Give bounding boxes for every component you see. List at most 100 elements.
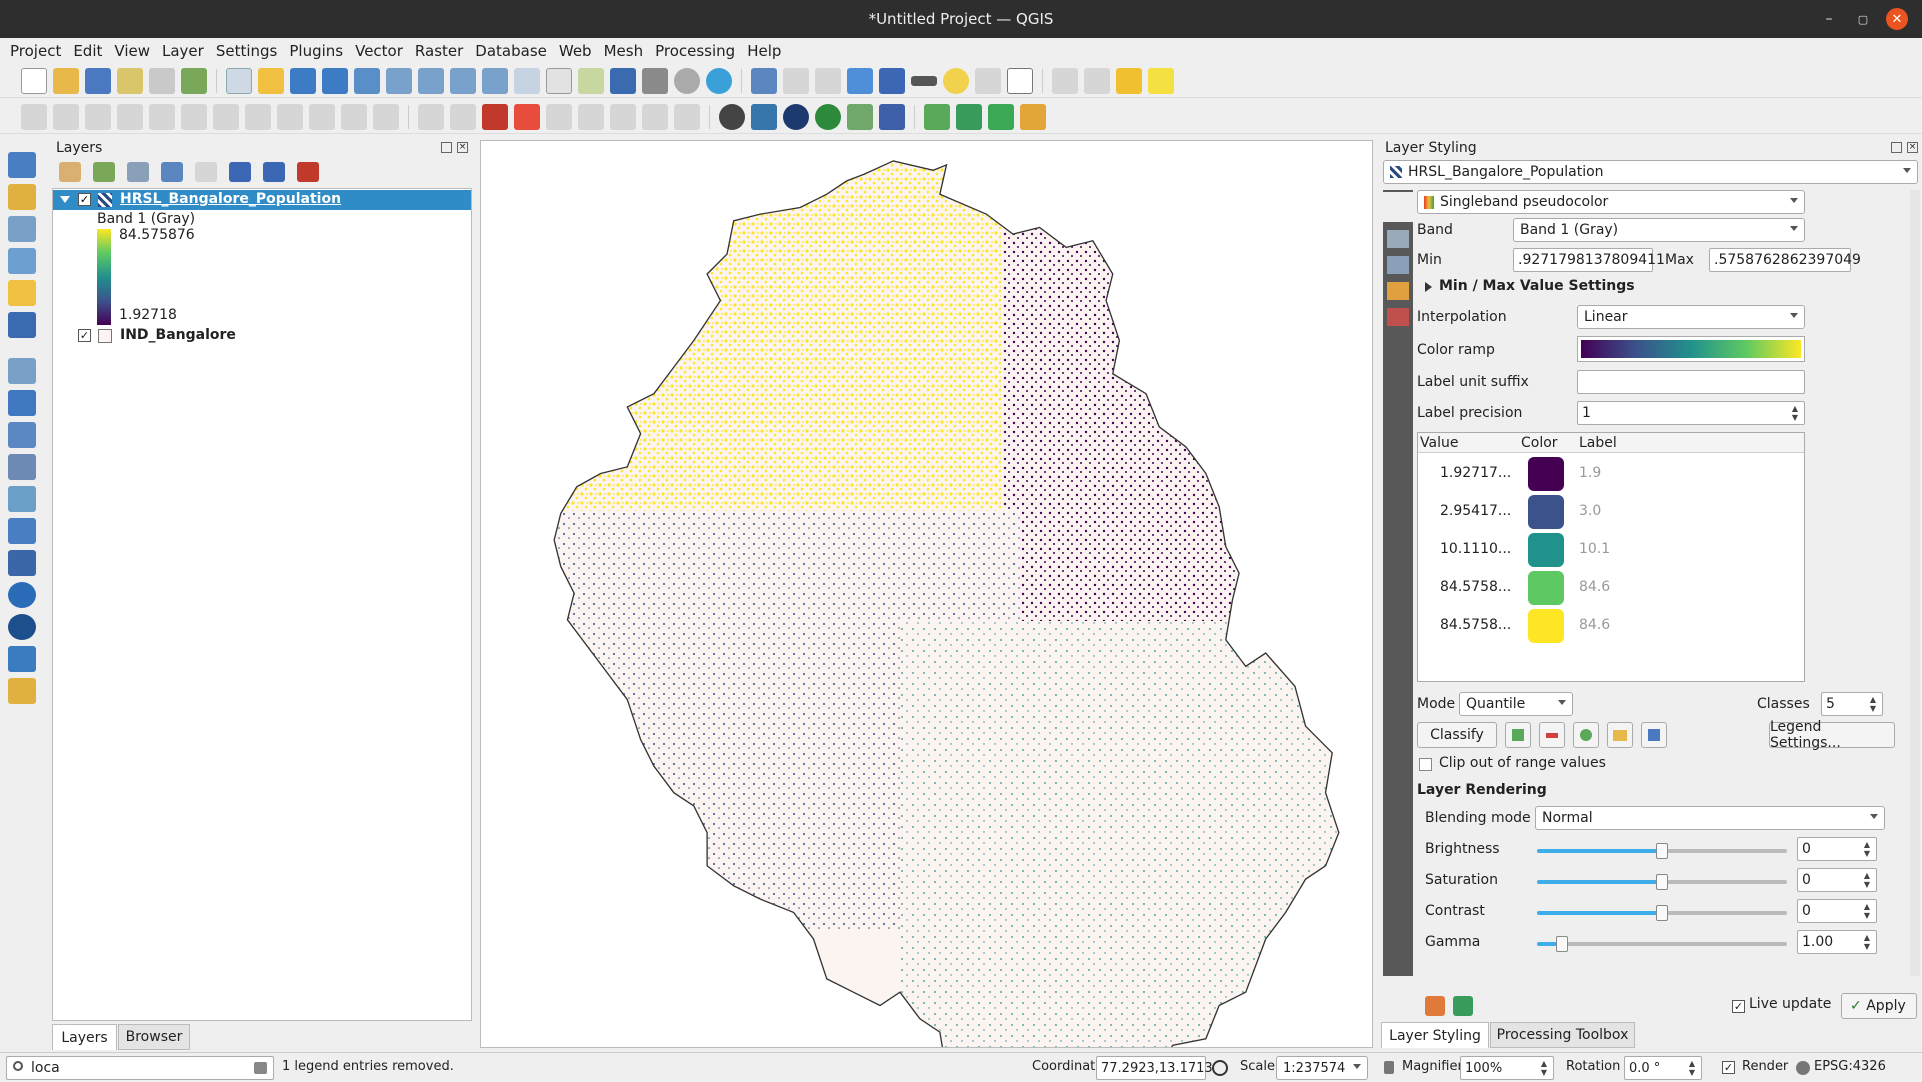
live-update-checkbox[interactable]: ✓ <box>1732 1000 1745 1013</box>
data-source-manager-icon[interactable] <box>8 152 36 178</box>
class-value[interactable]: 10.1110... <box>1440 541 1511 557</box>
vertex-tool-icon[interactable] <box>149 103 175 130</box>
rendering-tab-icon[interactable] <box>1387 282 1409 300</box>
add-vector-layer-icon[interactable] <box>8 358 36 384</box>
add-wms-layer-icon[interactable] <box>8 582 36 608</box>
invert-colors-icon[interactable] <box>1573 722 1599 748</box>
minimize-button[interactable]: – <box>1814 0 1844 38</box>
measure-icon[interactable] <box>911 75 937 86</box>
color-ramp-button[interactable] <box>1577 336 1805 362</box>
toggle-extents-icon[interactable] <box>1212 1060 1228 1076</box>
class-color-swatch[interactable] <box>1528 533 1564 567</box>
class-label[interactable]: 84.6 <box>1579 579 1610 595</box>
tab-processing-toolbox[interactable]: Processing Toolbox <box>1490 1022 1635 1048</box>
symbology-tab-icon[interactable] <box>1383 192 1413 222</box>
add-mesh-layer-icon[interactable] <box>8 422 36 448</box>
add-raster-layer-icon[interactable] <box>8 390 36 416</box>
add-class-icon[interactable] <box>1505 722 1531 748</box>
mode-combo[interactable]: Quantile <box>1459 692 1573 716</box>
pan-icon[interactable] <box>226 67 252 94</box>
zoom-native-icon[interactable] <box>450 67 476 94</box>
classes-spinbox[interactable]: 5 ▲ ▼ <box>1821 692 1883 716</box>
expand-arrow-icon[interactable] <box>1425 282 1432 292</box>
spin-arrows-icon[interactable]: ▲ ▼ <box>1860 871 1874 889</box>
filter-legend-icon[interactable] <box>161 162 183 182</box>
crs-button[interactable]: EPSG:4326 <box>1814 1059 1886 1074</box>
zoom-to-layer-icon[interactable] <box>418 67 444 94</box>
add-delimited-text-icon[interactable] <box>8 454 36 480</box>
save-edits-icon[interactable] <box>85 103 111 130</box>
label-toolbar-icon[interactable] <box>418 103 444 130</box>
copy-icon[interactable] <box>277 103 303 130</box>
expand-all-icon[interactable] <box>229 162 251 182</box>
map-tips-icon[interactable] <box>943 67 969 94</box>
add-arcgis-layer-icon[interactable] <box>8 678 36 704</box>
zoom-last-icon[interactable] <box>482 67 508 94</box>
close-panel-icon[interactable]: × <box>457 142 468 153</box>
current-edits-icon[interactable] <box>21 103 47 130</box>
layer-name-hrsl[interactable]: HRSL_Bangalore_Population <box>120 191 341 207</box>
select-by-location-icon[interactable] <box>1148 67 1174 94</box>
magnifier-spinbox[interactable]: 100% ▲ ▼ <box>1460 1056 1554 1080</box>
filter-by-expression-icon[interactable] <box>195 162 217 182</box>
layer-labeling-icon[interactable] <box>482 103 508 130</box>
refresh-icon[interactable] <box>706 67 732 94</box>
transparency-tab-icon[interactable] <box>1387 230 1409 248</box>
help-icon[interactable] <box>879 103 905 130</box>
add-gps-layer-icon[interactable] <box>8 486 36 512</box>
menu-project[interactable]: Project <box>4 42 67 60</box>
legend-settings-button[interactable]: Legend Settings... <box>1769 719 1895 751</box>
menu-database[interactable]: Database <box>469 42 553 60</box>
undo-icon[interactable] <box>341 103 367 130</box>
classify-button[interactable]: Classify <box>1417 722 1497 748</box>
plugin-tool-icon[interactable] <box>924 103 950 130</box>
zoom-full-icon[interactable] <box>354 67 380 94</box>
class-value[interactable]: 84.5758... <box>1440 579 1511 595</box>
new-geopackage-layer-icon[interactable] <box>8 184 36 210</box>
blending-combo[interactable]: Normal <box>1535 806 1885 830</box>
tab-browser[interactable]: Browser <box>118 1024 190 1050</box>
locator-search[interactable]: loca <box>6 1056 274 1080</box>
open-project-icon[interactable] <box>53 67 79 94</box>
georeferencer-icon[interactable] <box>847 103 873 130</box>
clip-checkbox[interactable] <box>1419 758 1432 771</box>
globe-icon[interactable] <box>783 103 809 130</box>
new-map-view-icon[interactable] <box>546 67 572 94</box>
spin-arrows-icon[interactable]: ▲ ▼ <box>1788 404 1802 422</box>
slider-handle[interactable] <box>1656 905 1668 921</box>
tab-layer-styling[interactable]: Layer Styling <box>1381 1022 1489 1048</box>
style-manager-icon[interactable] <box>181 67 207 94</box>
slider-handle[interactable] <box>1656 874 1668 890</box>
layout-manager-icon[interactable] <box>149 67 175 94</box>
menu-web[interactable]: Web <box>553 42 598 60</box>
select-by-expression-icon[interactable] <box>1116 67 1142 94</box>
quickmapservices-icon[interactable] <box>719 103 745 130</box>
zoom-to-coordinate-icon[interactable] <box>988 103 1014 130</box>
undo-style-icon[interactable] <box>1425 996 1445 1016</box>
collapse-arrow-icon[interactable] <box>60 196 70 203</box>
class-label[interactable]: 84.6 <box>1579 617 1610 633</box>
identify-icon[interactable] <box>751 67 777 94</box>
new-virtual-layer-icon[interactable] <box>8 312 36 338</box>
class-value[interactable]: 2.95417... <box>1440 503 1511 519</box>
save-project-icon[interactable] <box>85 67 111 94</box>
float-panel-icon[interactable] <box>441 142 452 153</box>
show-hide-labels-icon[interactable] <box>578 103 604 130</box>
delete-selected-icon[interactable] <box>213 103 239 130</box>
zoom-to-selection-icon[interactable] <box>386 67 412 94</box>
menu-settings[interactable]: Settings <box>210 42 284 60</box>
new-3d-map-icon[interactable] <box>578 67 604 94</box>
digitize-icon[interactable] <box>117 103 143 130</box>
brightness-spinbox[interactable]: 0 ▲ ▼ <box>1797 837 1877 861</box>
redo-style-icon[interactable] <box>1453 996 1473 1016</box>
renderer-type-combo[interactable]: Singleband pseudocolor <box>1417 190 1805 214</box>
pan-to-selection-icon[interactable] <box>258 67 284 94</box>
field-calculator-icon[interactable] <box>815 67 841 94</box>
paste-icon[interactable] <box>309 103 335 130</box>
collapse-all-icon[interactable] <box>263 162 285 182</box>
close-button[interactable]: ✕ <box>1886 8 1908 30</box>
layer-selector[interactable]: HRSL_Bangalore_Population <box>1383 160 1918 184</box>
max-input[interactable]: .5758762862397049 <box>1709 248 1861 272</box>
class-color-swatch[interactable] <box>1528 609 1564 643</box>
text-annotation-icon[interactable] <box>1007 67 1033 94</box>
